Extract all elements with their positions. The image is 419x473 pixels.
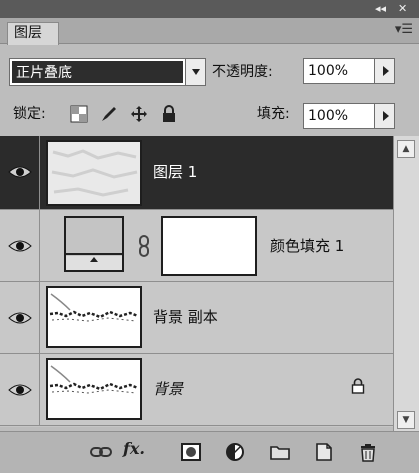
chevron-right-icon[interactable] <box>374 104 394 128</box>
fill-label: 填充: <box>257 106 290 122</box>
layers-toolbar: fx. <box>0 431 419 473</box>
link-layers-icon[interactable] <box>90 441 112 463</box>
opacity-value: 100% <box>308 63 349 79</box>
chevron-right-icon[interactable] <box>374 59 394 83</box>
fx-layer-style-icon[interactable]: fx. <box>123 439 153 461</box>
add-mask-icon[interactable] <box>180 441 202 463</box>
new-layer-icon[interactable] <box>313 441 335 463</box>
layer-row-background[interactable]: 背景 <box>0 354 393 426</box>
layer-name: 背景 <box>153 380 184 398</box>
double-chevron-icon[interactable]: ◂◂ <box>375 2 386 16</box>
visibility-toggle[interactable] <box>0 354 40 425</box>
scroll-down-button[interactable]: ▼ <box>397 411 415 429</box>
close-icon[interactable]: ✕ <box>398 2 407 16</box>
lock-transparent-pixels-icon[interactable] <box>70 105 88 123</box>
new-adjustment-layer-icon[interactable] <box>224 441 246 463</box>
tab-layers[interactable]: 图层 <box>7 22 59 45</box>
blend-mode-dropdown[interactable]: 正片叠底 <box>9 58 206 86</box>
panel-menu-icon[interactable]: ▾☰ <box>395 22 413 37</box>
layer-thumbnail <box>46 140 142 206</box>
blend-mode-value: 正片叠底 <box>12 61 183 83</box>
fill-value: 100% <box>308 108 349 124</box>
eye-icon[interactable] <box>8 382 32 398</box>
layers-list: 图层 1 颜色填充 1 背景 副本 背景 <box>0 136 393 427</box>
tab-row: 图层 ▾☰ <box>0 18 419 45</box>
visibility-toggle[interactable] <box>0 282 40 353</box>
visibility-toggle[interactable] <box>0 136 40 209</box>
opacity-field[interactable]: 100% <box>303 58 395 84</box>
eye-icon[interactable] <box>8 164 32 180</box>
layer-thumbnail <box>46 286 142 348</box>
opacity-label: 不透明度: <box>212 64 273 80</box>
delete-trash-icon[interactable] <box>357 441 379 463</box>
layer-name: 颜色填充 1 <box>270 237 345 255</box>
chain-link-icon[interactable] <box>138 235 150 257</box>
panel-title-bar: ◂◂ ✕ <box>0 0 419 18</box>
layer-thumbnail <box>46 358 142 420</box>
layer-name: 背景 副本 <box>153 308 218 326</box>
layer-row-background-copy[interactable]: 背景 副本 <box>0 282 393 354</box>
fill-swatch-thumbnail[interactable] <box>64 216 124 272</box>
layer-row-layer1[interactable]: 图层 1 <box>0 136 393 210</box>
layer-mask-thumbnail[interactable] <box>161 216 257 276</box>
eye-icon[interactable] <box>8 310 32 326</box>
fill-field[interactable]: 100% <box>303 103 395 129</box>
layer-row-color-fill[interactable]: 颜色填充 1 <box>0 210 393 282</box>
lock-position-icon[interactable] <box>130 105 148 123</box>
layer-name: 图层 1 <box>153 163 198 181</box>
eye-icon[interactable] <box>8 238 32 254</box>
layers-scrollbar[interactable]: ▲ ▼ <box>393 136 419 431</box>
new-group-folder-icon[interactable] <box>269 441 291 463</box>
lock-all-icon[interactable] <box>160 105 178 123</box>
chevron-down-icon[interactable] <box>185 59 205 85</box>
visibility-toggle[interactable] <box>0 210 40 281</box>
lock-icon <box>351 378 365 394</box>
scroll-up-button[interactable]: ▲ <box>397 140 415 158</box>
lock-label: 锁定: <box>13 106 46 122</box>
lock-image-pixels-icon[interactable] <box>100 105 118 123</box>
